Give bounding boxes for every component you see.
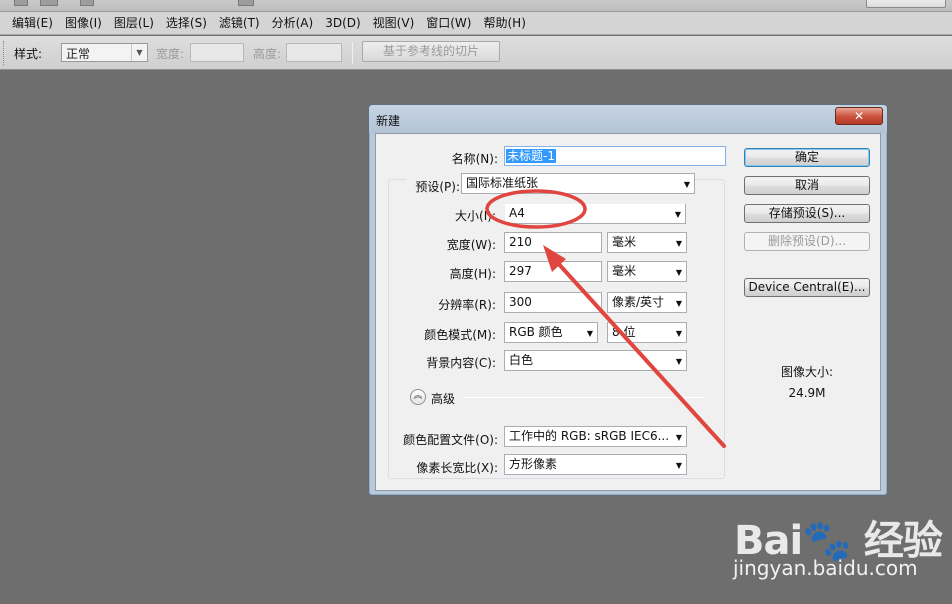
chevron-down-icon: ▼ — [131, 44, 147, 61]
preset-select[interactable]: 国际标准纸张 ▼ — [461, 173, 695, 194]
style-label: 样式: — [14, 47, 43, 61]
advanced-toggle-button[interactable]: ︽ — [410, 389, 426, 405]
chevron-down-icon: ▼ — [675, 299, 682, 308]
menu-filter[interactable]: 滤镜(T) — [213, 12, 266, 34]
menu-bar: 编辑(E) 图像(I) 图层(L) 选择(S) 滤镜(T) 分析(A) 3D(D… — [0, 12, 952, 35]
menu-layer[interactable]: 图层(L) — [108, 12, 160, 34]
menu-help[interactable]: 帮助(H) — [477, 12, 531, 34]
chevron-down-icon: ▼ — [675, 461, 682, 470]
arrange-documents-icon[interactable] — [238, 0, 254, 6]
color-mode-select[interactable]: RGB 颜色 ▼ — [504, 322, 598, 343]
height-label: 高度: — [253, 47, 282, 61]
chevron-down-icon: ▼ — [586, 329, 593, 338]
menu-edit[interactable]: 编辑(E) — [6, 12, 59, 34]
menu-window[interactable]: 窗口(W) — [420, 12, 477, 34]
color-profile-label: 颜色配置文件(O): — [403, 433, 498, 447]
ok-button[interactable]: 确定 — [744, 148, 870, 167]
bit-depth-value: 8 位 — [612, 325, 636, 339]
menu-select[interactable]: 选择(S) — [160, 12, 213, 34]
width-field[interactable] — [190, 43, 244, 62]
chevron-down-icon: ▼ — [675, 268, 682, 277]
divider — [352, 42, 353, 64]
size-label: 大小(I): — [455, 209, 496, 223]
style-select[interactable]: 正常 ▼ — [61, 43, 148, 62]
dialog-body: 名称(N): 未标题-1 预设(P): 国际标准纸张 ▼ 大小(I): A4 ▼… — [375, 133, 881, 491]
dialog-title: 新建 — [376, 114, 401, 128]
workspace-switcher-button[interactable] — [866, 0, 946, 8]
resolution-label: 分辨率(R): — [438, 298, 496, 312]
app-icon[interactable] — [14, 0, 28, 6]
resolution-unit-value: 像素/英寸 — [612, 295, 665, 309]
options-bar: 样式: 正常 ▼ 宽度: 高度: 基于参考线的切片 — [0, 36, 952, 70]
name-label: 名称(N): — [451, 152, 498, 166]
size-select[interactable]: A4 ▼ — [504, 203, 686, 224]
image-size-value: 24.9M — [788, 386, 826, 400]
menu-view[interactable]: 视图(V) — [367, 12, 421, 34]
chevron-down-icon: ▼ — [674, 210, 681, 219]
size-select-value: A4 — [509, 206, 525, 220]
chevron-down-icon: ▼ — [675, 433, 682, 442]
color-mode-value: RGB 颜色 — [509, 325, 563, 339]
width-label: 宽度: — [156, 47, 185, 61]
preset-select-value: 国际标准纸张 — [466, 176, 539, 190]
dialog-titlebar[interactable]: 新建 ✕ — [369, 105, 887, 133]
menu-analysis[interactable]: 分析(A) — [266, 12, 320, 34]
preset-label: 预设(P): — [406, 178, 462, 195]
background-value: 白色 — [509, 353, 534, 367]
height-field[interactable] — [286, 43, 342, 62]
resolution-input[interactable]: 300 — [504, 292, 602, 313]
height-unit-value: 毫米 — [612, 264, 637, 278]
close-button[interactable]: ✕ — [835, 107, 883, 125]
pixel-aspect-value: 方形像素 — [509, 457, 558, 471]
chevron-down-icon: ▼ — [683, 180, 690, 189]
bit-depth-select[interactable]: 8 位 ▼ — [607, 322, 687, 343]
chevron-down-icon: ▼ — [675, 329, 682, 338]
cancel-button[interactable]: 取消 — [744, 176, 870, 195]
advanced-divider — [464, 397, 704, 398]
options-bar-grip[interactable] — [3, 41, 6, 65]
pixel-aspect-label: 像素长宽比(X): — [416, 461, 498, 475]
color-mode-label: 颜色模式(M): — [424, 328, 496, 342]
pixel-aspect-select[interactable]: 方形像素 ▼ — [504, 454, 687, 475]
style-select-value: 正常 — [66, 47, 91, 61]
save-preset-button[interactable]: 存储预设(S)... — [744, 204, 870, 223]
width-unit-value: 毫米 — [612, 235, 637, 249]
chevron-down-icon: ▼ — [675, 239, 682, 248]
background-label: 背景内容(C): — [426, 356, 496, 370]
resolution-input-value: 300 — [509, 295, 532, 309]
height-input[interactable]: 297 — [504, 261, 602, 282]
width-input[interactable]: 210 — [504, 232, 602, 253]
color-profile-value: 工作中的 RGB: sRGB IEC6... — [509, 429, 670, 443]
height-unit-select[interactable]: 毫米 ▼ — [607, 261, 687, 282]
background-select[interactable]: 白色 ▼ — [504, 350, 687, 371]
height-input-value: 297 — [509, 264, 532, 278]
width-label: 宽度(W): — [446, 238, 496, 252]
advanced-label: 高级 — [431, 392, 456, 406]
watermark-url: jingyan.baidu.com — [733, 556, 918, 580]
new-document-dialog: 新建 ✕ 名称(N): 未标题-1 预设(P): 国际标准纸张 ▼ 大小(I):… — [368, 104, 888, 496]
view-extras-icon[interactable] — [80, 0, 94, 6]
height-label: 高度(H): — [449, 267, 496, 281]
menu-image[interactable]: 图像(I) — [59, 12, 108, 34]
image-size-label: 图像大小: — [780, 365, 834, 379]
delete-preset-button[interactable]: 删除预设(D)... — [744, 232, 870, 251]
slices-from-guides-button[interactable]: 基于参考线的切片 — [362, 41, 500, 62]
menu-3d[interactable]: 3D(D) — [319, 12, 366, 34]
name-input[interactable]: 未标题-1 — [504, 146, 726, 166]
name-input-value: 未标题-1 — [506, 149, 556, 163]
bridge-icon[interactable] — [40, 0, 58, 6]
resolution-unit-select[interactable]: 像素/英寸 ▼ — [607, 292, 687, 313]
color-profile-select[interactable]: 工作中的 RGB: sRGB IEC6... ▼ — [504, 426, 687, 447]
device-central-button[interactable]: Device Central(E)... — [744, 278, 870, 297]
chevron-down-icon: ▼ — [675, 357, 682, 366]
application-bar — [0, 0, 952, 12]
width-unit-select[interactable]: 毫米 ▼ — [607, 232, 687, 253]
width-input-value: 210 — [509, 235, 532, 249]
